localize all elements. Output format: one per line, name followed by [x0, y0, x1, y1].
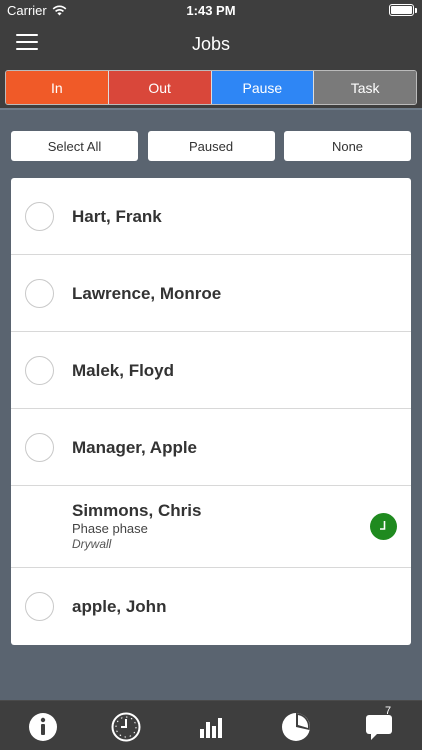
select-radio[interactable]: [25, 202, 54, 231]
employee-job: Drywall: [72, 537, 112, 551]
segment-out[interactable]: Out: [108, 71, 212, 104]
segment-task[interactable]: Task: [314, 71, 416, 104]
employee-row[interactable]: Manager, Apple: [11, 409, 411, 486]
select-all-button[interactable]: Select All: [11, 131, 138, 161]
employee-row[interactable]: apple, John: [11, 568, 411, 645]
status-time: 1:43 PM: [186, 3, 236, 18]
tab-bar: 7: [0, 700, 422, 750]
battery-icon: [389, 4, 417, 16]
segment-in[interactable]: In: [6, 71, 109, 104]
bar-chart-icon[interactable]: [195, 711, 227, 743]
employee-name: Lawrence, Monroe: [72, 284, 222, 303]
employee-row[interactable]: Malek, Floyd: [11, 332, 411, 409]
employee-name: apple, John: [72, 597, 167, 616]
employee-list: Hart, Frank Lawrence, Monroe Malek, Floy…: [11, 178, 411, 645]
select-radio[interactable]: [25, 592, 54, 621]
employee-name: Malek, Floyd: [72, 361, 175, 380]
page-title: Jobs: [191, 34, 231, 54]
employee-name: Hart, Frank: [72, 207, 162, 226]
segment-bar: In Out Pause Task: [0, 66, 422, 110]
none-button[interactable]: None: [284, 131, 411, 161]
employee-row[interactable]: Simmons, Chris Phase phase Drywall: [11, 486, 411, 568]
navigation-bar: Jobs: [0, 22, 422, 66]
employee-phase: Phase phase: [72, 521, 148, 536]
employee-row[interactable]: Lawrence, Monroe: [11, 255, 411, 332]
action-segmented-control: In Out Pause Task: [5, 70, 417, 105]
select-radio[interactable]: [25, 279, 54, 308]
info-icon[interactable]: [27, 711, 59, 743]
filter-buttons: Select All Paused None: [11, 131, 411, 161]
chat-bubble-icon[interactable]: 7: [363, 705, 395, 743]
select-radio[interactable]: [25, 356, 54, 385]
pie-chart-icon[interactable]: [280, 711, 312, 743]
status-bar: Carrier 1:43 PM: [0, 0, 422, 22]
clock-icon[interactable]: [110, 711, 142, 743]
segment-pause[interactable]: Pause: [211, 71, 315, 104]
clock-icon: [370, 513, 397, 540]
select-radio[interactable]: [25, 433, 54, 462]
employee-row[interactable]: Hart, Frank: [11, 178, 411, 255]
message-count-badge: 7: [385, 705, 392, 717]
employee-name: Manager, Apple: [72, 438, 198, 457]
paused-button[interactable]: Paused: [147, 131, 275, 161]
employee-name: Simmons, Chris: [72, 501, 202, 520]
